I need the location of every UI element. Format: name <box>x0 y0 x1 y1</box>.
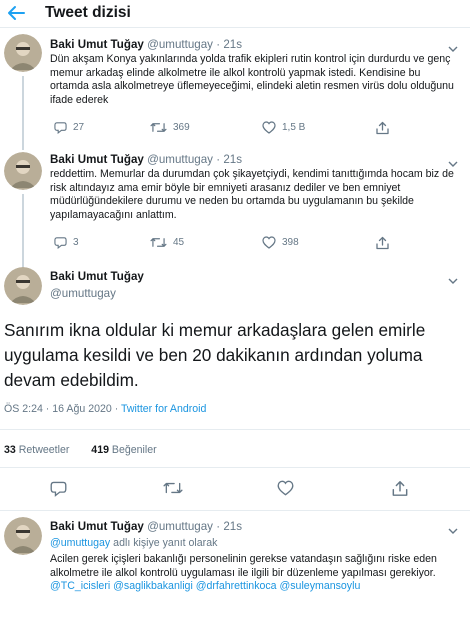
page-title: Tweet dizisi <box>45 4 131 21</box>
author-handle[interactable]: @umuttugay <box>50 287 116 300</box>
share-icon <box>392 481 408 496</box>
author-name[interactable]: Baki Umut Tuğay <box>50 520 144 533</box>
share-icon <box>376 121 389 135</box>
reply-body: Acilen gerek içişleri bakanlığı personel… <box>50 553 437 579</box>
reply-count: 27 <box>73 122 85 133</box>
divider <box>0 429 470 430</box>
tweet-stats: 33 Retweetler 419 Beğeniler <box>4 444 157 456</box>
back-arrow-icon[interactable] <box>6 3 26 23</box>
main-tweet-text: Sanırım ikna oldular ki memur arkadaşlar… <box>4 320 426 390</box>
heart-icon <box>262 121 276 134</box>
retweets-count: 33 <box>4 444 16 456</box>
likes-count: 419 <box>91 444 109 456</box>
like-button[interactable] <box>277 480 294 496</box>
retweet-icon <box>150 238 167 247</box>
dot-separator: · <box>216 38 221 51</box>
reply-icon <box>50 481 67 497</box>
like-count: 1,5 B <box>282 122 306 133</box>
thread-connector <box>22 194 24 264</box>
author-handle[interactable]: @umuttugay <box>147 520 213 533</box>
reply-count: 3 <box>73 237 79 248</box>
like-button[interactable]: 398 <box>262 236 299 249</box>
author-handle[interactable]: @umuttugay <box>147 153 213 166</box>
retweet-icon <box>163 482 183 494</box>
retweets-label: Retweetler <box>15 444 70 456</box>
share-icon <box>376 236 389 250</box>
divider <box>0 467 470 468</box>
retweets-stat[interactable]: 33 Retweetler <box>4 444 69 456</box>
heart-icon <box>262 236 276 249</box>
tweet-meta: Baki Umut Tuğay @umuttugay · 21s <box>50 38 242 51</box>
like-count: 398 <box>282 237 299 248</box>
author-name[interactable]: Baki Umut Tuğay <box>50 38 144 51</box>
share-button[interactable] <box>376 236 389 250</box>
tweet-meta: Baki Umut Tuğay @umuttugay · 21s <box>50 153 242 166</box>
retweet-button[interactable]: 45 <box>150 236 184 249</box>
replying-to: @umuttugay adlı kişiye yanıt olarak <box>50 537 217 549</box>
reply-button[interactable] <box>50 480 67 497</box>
thread-tweet[interactable]: Baki Umut Tuğay @umuttugay · 21s reddett… <box>0 144 470 264</box>
tweet-actions: 27 369 1,5 B <box>50 121 410 137</box>
avatar[interactable] <box>4 267 42 305</box>
tweet-source-link[interactable]: Twitter for Android <box>121 403 206 415</box>
replying-to-label: adlı kişiye yanıt olarak <box>110 537 218 549</box>
avatar[interactable] <box>4 152 42 190</box>
chevron-down-icon[interactable] <box>448 155 458 167</box>
chevron-down-icon[interactable] <box>448 272 458 284</box>
likes-label: Beğeniler <box>108 444 157 456</box>
heart-icon <box>277 480 294 496</box>
author-name[interactable]: Baki Umut Tuğay <box>50 153 144 166</box>
tweet-timestamp: ÖS 2:24 · 16 Ağu 2020 · Twitter for Andr… <box>4 403 206 415</box>
thread-connector <box>22 144 24 150</box>
tweet-text: Dün akşam Konya yakınlarında yolda trafi… <box>50 53 454 106</box>
dot-separator: · <box>216 520 221 533</box>
likes-stat[interactable]: 419 Beğeniler <box>91 444 156 456</box>
like-button[interactable]: 1,5 B <box>262 121 305 134</box>
reply-button[interactable]: 27 <box>54 121 84 134</box>
tweet-time[interactable]: 21s <box>223 153 242 166</box>
retweet-icon <box>150 123 167 132</box>
tweet-meta: Baki Umut Tuğay @umuttugay · 21s <box>50 520 242 533</box>
author-name[interactable]: Baki Umut Tuğay <box>50 270 144 283</box>
share-button[interactable] <box>392 480 408 497</box>
reply-icon <box>54 122 67 134</box>
retweet-count: 45 <box>173 237 185 248</box>
share-button[interactable] <box>376 121 389 135</box>
thread-tweet[interactable]: Baki Umut Tuğay @umuttugay · 21s Dün akş… <box>0 28 470 146</box>
avatar[interactable] <box>4 517 42 555</box>
tweet-actions: 3 45 398 <box>50 236 410 252</box>
avatar[interactable] <box>4 34 42 72</box>
thread-connector <box>22 76 24 146</box>
author-handle[interactable]: @umuttugay <box>147 38 213 51</box>
retweet-count: 369 <box>173 122 190 133</box>
reply-icon <box>54 237 67 249</box>
tweet-time[interactable]: 21s <box>223 38 242 51</box>
chevron-down-icon[interactable] <box>448 522 458 534</box>
tweet-time[interactable]: 21s <box>223 520 242 533</box>
tweet-date[interactable]: ÖS 2:24 · 16 Ağu 2020 · <box>4 403 121 415</box>
retweet-button[interactable] <box>163 480 183 496</box>
replying-to-mention[interactable]: @umuttugay <box>50 537 110 549</box>
tweet-text: Acilen gerek içişleri bakanlığı personel… <box>50 553 458 594</box>
retweet-button[interactable]: 369 <box>150 121 190 134</box>
dot-separator: · <box>216 153 221 166</box>
reply-mentions[interactable]: @TC_icisleri @saglikbakanligi @drfahrett… <box>50 580 360 592</box>
tweet-text: reddettim. Memurlar da durumdan çok şika… <box>50 168 454 221</box>
top-bar: Tweet dizisi <box>0 0 470 28</box>
reply-button[interactable]: 3 <box>54 236 79 249</box>
chevron-down-icon[interactable] <box>448 40 458 52</box>
main-tweet-actions <box>0 480 470 500</box>
